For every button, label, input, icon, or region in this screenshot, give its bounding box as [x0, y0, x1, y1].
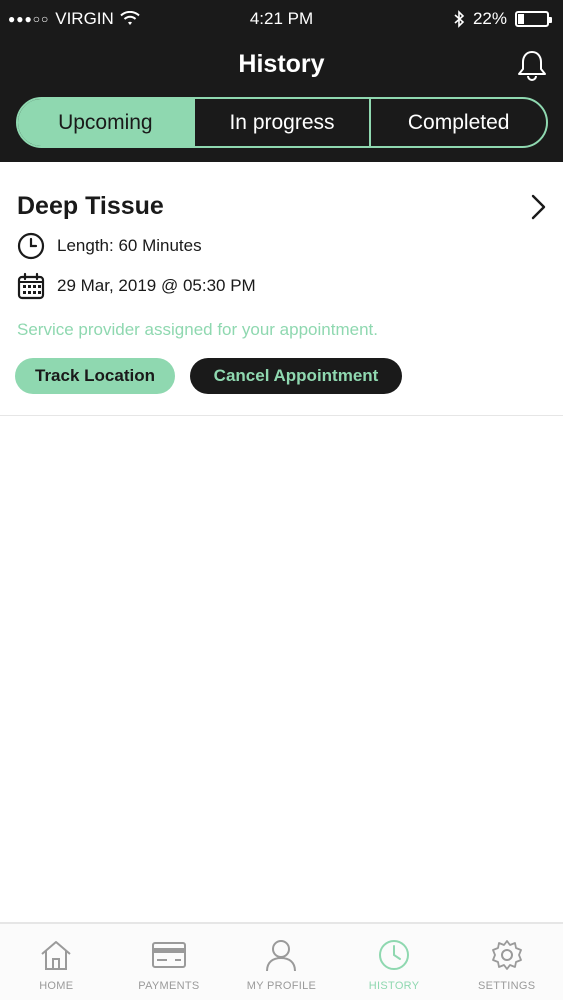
bluetooth-icon — [454, 10, 465, 28]
service-name: Deep Tissue — [17, 192, 164, 220]
appointment-date-row: 29 Mar, 2019 @ 05:30 PM — [17, 272, 256, 300]
tab-completed[interactable]: Completed — [371, 99, 546, 146]
history-icon — [379, 940, 410, 970]
tab-in-progress[interactable]: In progress — [195, 99, 372, 146]
calendar-icon — [17, 272, 45, 300]
nav-home[interactable]: HOME — [0, 924, 113, 1000]
payments-icon — [151, 942, 186, 968]
settings-icon — [491, 940, 522, 970]
nav-settings[interactable]: SETTINGS — [450, 924, 563, 1000]
bottom-tab-bar: HOME PAYMENTS MY PROFILE HISTORY SETTING… — [0, 922, 563, 1000]
battery-fill — [518, 14, 525, 24]
status-left: ●●●○○ VIRGIN — [8, 9, 140, 29]
nav-my-profile-label: MY PROFILE — [246, 980, 317, 992]
nav-history-label: HISTORY — [368, 980, 420, 992]
nav-home-label: HOME — [39, 980, 74, 992]
page-title: History — [238, 50, 325, 78]
nav-settings-label: SETTINGS — [477, 980, 536, 992]
clock-icon — [17, 232, 45, 260]
appointment-status-message: Service provider assigned for your appoi… — [17, 320, 378, 339]
cancel-appointment-button[interactable]: Cancel Appointment — [190, 358, 402, 394]
tab-upcoming[interactable]: Upcoming — [18, 99, 195, 146]
signal-strength-icon: ●●●○○ — [8, 12, 50, 26]
status-bar: ●●●○○ VIRGIN 4:21 PM 22% — [0, 0, 563, 38]
battery-percent: 22% — [472, 9, 507, 28]
nav-payments[interactable]: PAYMENTS — [113, 924, 226, 1000]
nav-history[interactable]: HISTORY — [338, 924, 451, 1000]
history-segmented-control: Upcoming In progress Completed — [16, 97, 548, 148]
nav-my-profile[interactable]: MY PROFILE — [225, 924, 338, 1000]
bell-icon[interactable] — [515, 48, 549, 82]
appointment-card[interactable]: Deep Tissue Length: 60 Minutes 29 Mar, 2… — [0, 162, 563, 416]
wifi-icon — [120, 11, 140, 25]
appointment-datetime: 29 Mar, 2019 @ 05:30 PM — [57, 276, 256, 295]
appointment-length-row: Length: 60 Minutes — [17, 232, 202, 260]
status-right: 22% — [453, 9, 552, 29]
header: ●●●○○ VIRGIN 4:21 PM 22% History Upcomin… — [0, 0, 563, 162]
chevron-right-icon[interactable] — [527, 192, 549, 222]
profile-icon — [266, 940, 297, 972]
nav-payments-label: PAYMENTS — [138, 980, 200, 992]
home-icon — [41, 941, 71, 970]
battery-icon — [515, 11, 552, 27]
appointment-length: Length: 60 Minutes — [57, 236, 202, 255]
track-location-button[interactable]: Track Location — [15, 358, 175, 394]
carrier-name: VIRGIN — [55, 9, 114, 28]
